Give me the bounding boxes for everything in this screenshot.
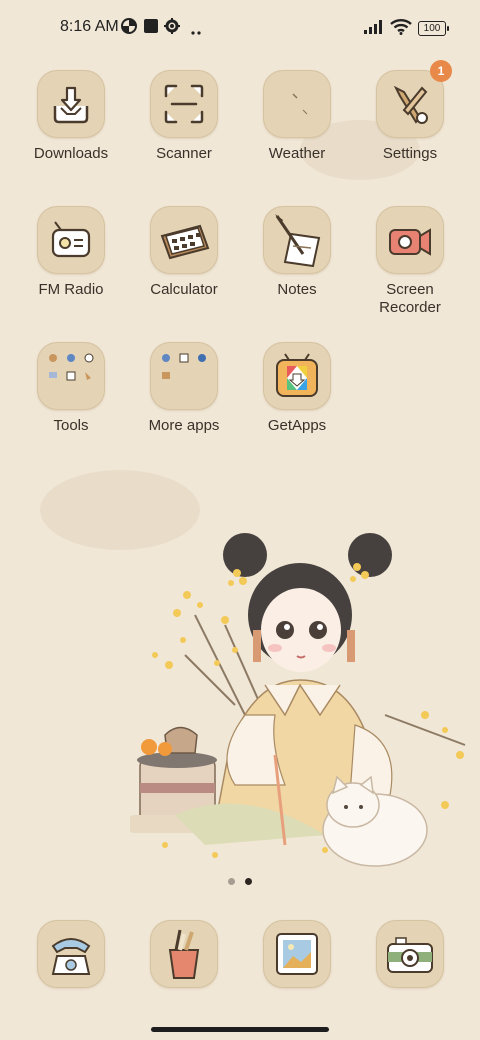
app-calculator[interactable]: Calculator	[128, 206, 240, 299]
app-fm-radio[interactable]: FM Radio	[15, 206, 127, 299]
weather-icon	[263, 70, 331, 138]
app-label: Downloads	[33, 145, 109, 162]
settings-gear-icon	[164, 18, 180, 39]
app-weather[interactable]: Weather	[241, 70, 353, 163]
app-notes[interactable]: Notes	[241, 206, 353, 299]
app-label: More apps	[148, 417, 220, 434]
download-tray-icon	[37, 70, 105, 138]
home-indicator[interactable]	[151, 1027, 329, 1032]
camera-icon	[376, 920, 444, 988]
scan-frame-icon	[150, 70, 218, 138]
app-settings[interactable]: Settings	[354, 70, 466, 163]
quill-paper-icon	[263, 206, 331, 274]
telephone-icon	[37, 920, 105, 988]
signal-bars-icon	[364, 20, 386, 39]
app-folder-more-apps[interactable]: More apps	[128, 342, 240, 435]
app-getapps[interactable]: GetApps	[241, 342, 353, 435]
dock-phone[interactable]	[37, 920, 105, 988]
app-scanner[interactable]: Scanner	[128, 70, 240, 163]
dock-messages[interactable]	[150, 920, 218, 988]
app-label: Settings	[382, 145, 438, 162]
more-dots-icon	[190, 23, 202, 41]
app-folder-tools[interactable]: Tools	[15, 342, 127, 435]
page-dot[interactable]	[228, 878, 235, 885]
gallery-picture-icon	[263, 920, 331, 988]
folder-more-apps-icon	[150, 342, 218, 410]
square-notification-icon	[143, 18, 159, 39]
status-time: 8:16 AM	[60, 18, 119, 35]
status-bar: 8:16 AM 100	[0, 0, 480, 56]
notification-badge: 1	[430, 60, 452, 82]
wallpaper-illustration	[125, 515, 480, 875]
getapps-tv-icon	[263, 342, 331, 410]
wifi-icon	[390, 18, 412, 40]
page-dot-active[interactable]	[245, 878, 252, 885]
video-camera-icon	[376, 206, 444, 274]
dock-camera[interactable]	[376, 920, 444, 988]
app-label: Calculator	[150, 281, 218, 298]
folder-tools-icon	[37, 342, 105, 410]
app-label: Notes	[277, 281, 317, 298]
app-label: Weather	[268, 145, 326, 162]
app-label: GetApps	[267, 417, 327, 434]
page-indicator	[0, 878, 480, 886]
app-label: Tools	[53, 417, 89, 434]
message-pencil-cup-icon	[150, 920, 218, 988]
app-downloads[interactable]: Downloads	[15, 70, 127, 163]
calculator-icon	[150, 206, 218, 274]
app-label: Scanner	[156, 145, 212, 162]
app-label: Screen Recorder	[379, 281, 441, 316]
dock-gallery[interactable]	[263, 920, 331, 988]
radio-icon	[37, 206, 105, 274]
app-label: FM Radio	[38, 281, 104, 298]
tools-settings-icon	[376, 70, 444, 138]
battery-indicator: 100	[418, 21, 449, 36]
app-screen-recorder[interactable]: Screen Recorder	[354, 206, 466, 317]
data-saver-icon	[121, 18, 137, 39]
